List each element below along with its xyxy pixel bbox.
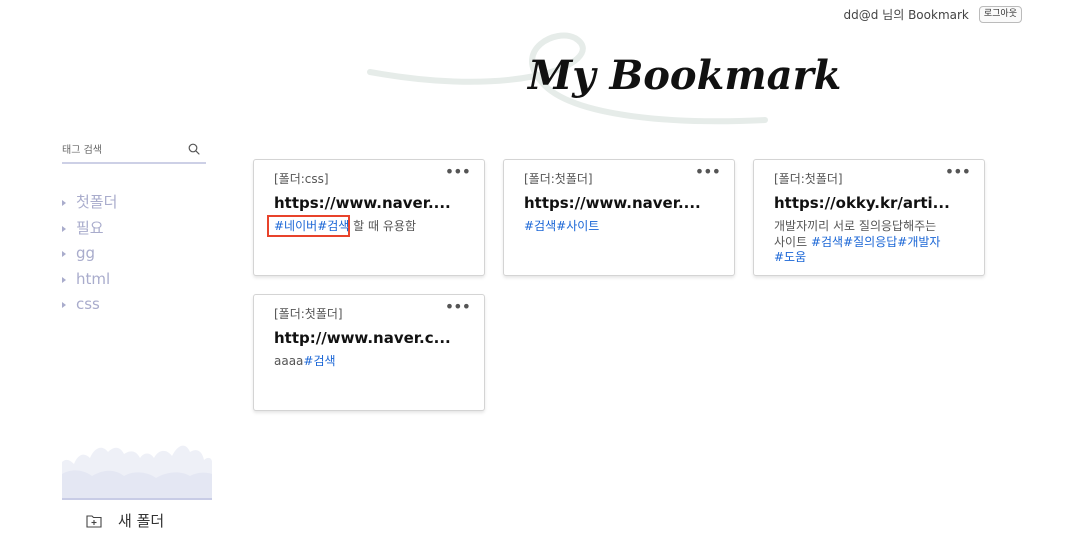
tag-link[interactable]: #질의응답	[843, 235, 897, 249]
tag-link[interactable]: #검색	[524, 219, 556, 233]
tag-link[interactable]: #검색	[317, 219, 349, 233]
logout-button[interactable]: 로그아웃	[978, 6, 1022, 23]
sidebar-folder-item[interactable]: 첫폴더	[62, 190, 212, 216]
card-description: aaaa#검색	[274, 354, 470, 370]
tag-link[interactable]: #검색	[811, 235, 843, 249]
card-folder-label: [폴더:css]	[274, 172, 329, 186]
bookmark-card[interactable]: [폴더:css] ••• https://www.naver.... #네이버#…	[253, 159, 485, 276]
caret-right-icon[interactable]	[62, 251, 66, 257]
new-folder-label: 새 폴더	[118, 512, 165, 530]
card-description: 개발자끼리 서로 질의응답해주는 사이트 #검색#질의응답#개발자#도움	[774, 219, 950, 266]
tag-link[interactable]: #네이버	[274, 219, 317, 233]
folder-label: css	[76, 295, 100, 313]
more-options-icon[interactable]: •••	[695, 162, 721, 181]
top-bar: dd@d 님의 Bookmark 로그아웃	[844, 6, 1022, 23]
folder-plus-icon	[86, 514, 102, 528]
sidebar-folder-item[interactable]: 필요	[62, 216, 212, 242]
sidebar-illustration	[62, 445, 212, 500]
folder-label: 필요	[76, 218, 104, 237]
search-icon[interactable]	[188, 143, 200, 155]
bookmark-card[interactable]: [폴더:첫폴더] ••• http://www.naver.c... aaaa#…	[253, 294, 485, 411]
card-description: #네이버#검색 할 때 유용함	[274, 219, 470, 235]
card-url[interactable]: https://okky.kr/arti...	[774, 194, 950, 212]
sidebar-folder-item[interactable]: gg	[62, 241, 212, 267]
card-url[interactable]: http://www.naver.c...	[274, 329, 451, 347]
more-options-icon[interactable]: •••	[445, 162, 471, 181]
card-folder-label: [폴더:첫폴더]	[774, 172, 843, 186]
sidebar: 첫폴더 필요 gg html css 새 폴더	[62, 138, 212, 548]
tag-link[interactable]: #검색	[303, 354, 335, 368]
tag-search-input[interactable]	[62, 141, 182, 160]
card-description-text: aaaa	[274, 354, 304, 368]
tag-search-box	[62, 138, 206, 164]
sidebar-folder-item[interactable]: css	[62, 292, 212, 318]
sidebar-folder-item[interactable]: html	[62, 267, 212, 293]
card-description: #검색#사이트	[524, 219, 720, 235]
caret-right-icon[interactable]	[62, 225, 66, 232]
tag-link[interactable]: #사이트	[556, 219, 599, 233]
tag-link[interactable]: #도움	[774, 250, 806, 264]
new-folder-button[interactable]: 새 폴더	[86, 510, 164, 531]
caret-right-icon[interactable]	[62, 302, 66, 308]
folder-label: gg	[76, 244, 96, 262]
card-description-text: 할 때 유용함	[353, 219, 416, 233]
more-options-icon[interactable]: •••	[945, 162, 971, 181]
page-title: My Bookmark	[528, 52, 842, 99]
more-options-icon[interactable]: •••	[445, 297, 471, 316]
caret-right-icon[interactable]	[62, 276, 66, 283]
card-url[interactable]: https://www.naver....	[274, 194, 451, 212]
bookmark-card[interactable]: [폴더:첫폴더] ••• https://okky.kr/arti... 개발자…	[753, 159, 985, 276]
folder-list: 첫폴더 필요 gg html css	[62, 190, 212, 318]
tag-link[interactable]: #개발자	[897, 235, 940, 249]
folder-label: 첫폴더	[76, 193, 118, 211]
user-greeting: dd@d 님의 Bookmark	[843, 8, 969, 22]
card-folder-label: [폴더:첫폴더]	[274, 307, 343, 321]
bookmark-card[interactable]: [폴더:첫폴더] ••• https://www.naver.... #검색#사…	[503, 159, 735, 276]
card-folder-label: [폴더:첫폴더]	[524, 172, 593, 186]
folder-label: html	[76, 269, 111, 288]
caret-right-icon[interactable]	[62, 200, 66, 206]
card-url[interactable]: https://www.naver....	[524, 194, 701, 212]
